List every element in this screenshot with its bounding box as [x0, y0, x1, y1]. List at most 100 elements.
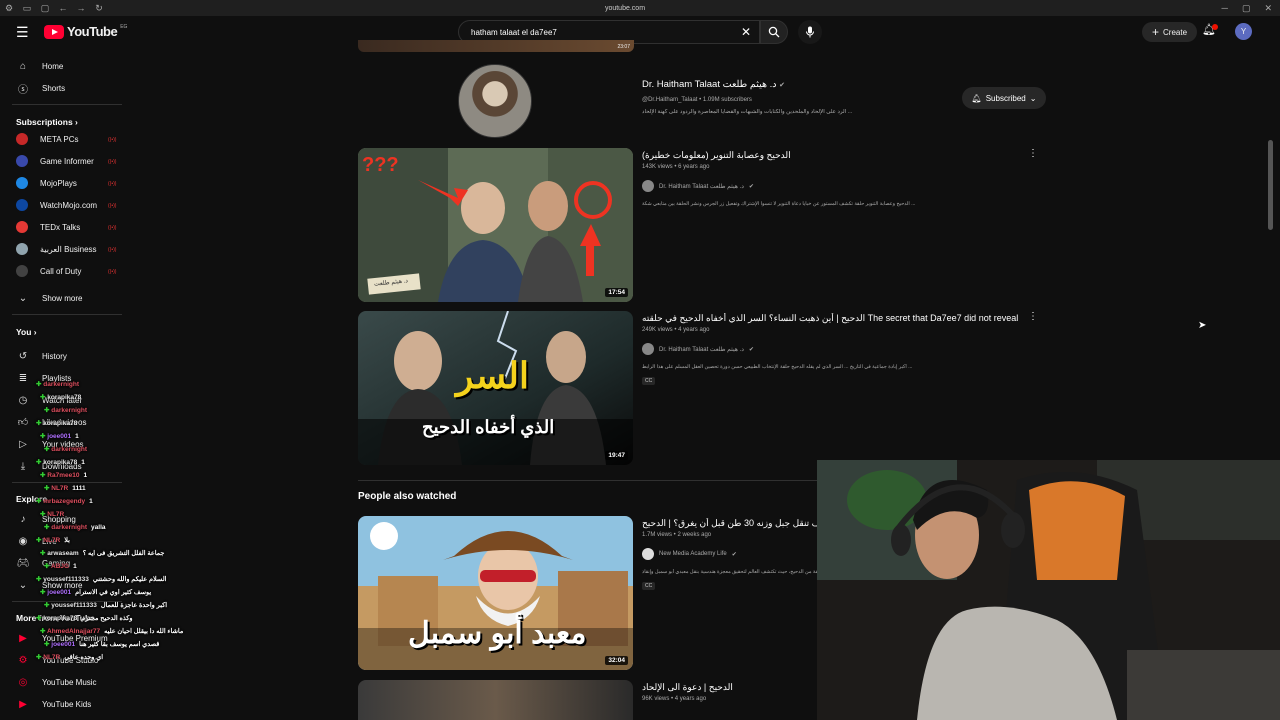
- channel-avatar: [16, 177, 28, 189]
- sidebar-subscription-item[interactable]: META PCs ((•)): [16, 132, 116, 146]
- minimize-icon[interactable]: ─: [1222, 3, 1228, 14]
- playlists-icon: ≣: [18, 372, 28, 384]
- chat-badge-icon: ✚: [44, 563, 52, 570]
- chat-message: ✚ korapika78: [36, 419, 81, 427]
- sidebar-item-history[interactable]: ↺ History: [16, 349, 67, 363]
- video-result[interactable]: ??? د. هيثم طلعت 17:54 الدحيح وعصابة الت…: [358, 148, 1038, 302]
- search-button[interactable]: [760, 20, 788, 44]
- chat-username: arwaseam: [47, 550, 79, 557]
- chat-username: joee001: [51, 641, 76, 648]
- subscribed-label: Subscribed: [985, 93, 1026, 103]
- chevron-down-icon: ⌄: [18, 579, 28, 591]
- channel-avatar[interactable]: [458, 64, 532, 138]
- chat-username: korapika78: [43, 615, 78, 622]
- thumbnail-question-marks: ???: [362, 154, 399, 176]
- chat-username: joee001: [47, 433, 72, 440]
- video-meta: 1.7M views • 2 weeks ago: [642, 532, 712, 538]
- sidebar-subscription-item[interactable]: WatchMojo.com ((•)): [16, 198, 116, 212]
- channel-name[interactable]: Dr. Haitham Talaat د. هيثم طلعت ✔: [642, 79, 785, 90]
- sidebar-subscription-item[interactable]: MojoPlays ((•)): [16, 176, 116, 190]
- chat-message: ✚ darkernight yalla: [44, 523, 106, 531]
- back-icon[interactable]: ←: [54, 3, 72, 13]
- chat-username: AhmedAlnajjar77: [47, 628, 101, 635]
- sidebar-item-shorts[interactable]: ⓢ Shorts: [16, 81, 65, 96]
- history-icon: ↺: [18, 350, 28, 362]
- create-button[interactable]: + Create: [1142, 22, 1198, 42]
- subscriptions-header[interactable]: Subscriptions ›: [16, 117, 78, 127]
- video-title[interactable]: الدحيح | أين ذهبت النساء؟ السر الذي أخفا…: [642, 313, 1022, 324]
- chat-message: ✚ NL7R بلا: [36, 536, 70, 544]
- video-channel[interactable]: New Media Academy Life ✔: [642, 548, 737, 560]
- shopping-bag-icon: ♪: [20, 513, 26, 525]
- sidebar-subscription-item[interactable]: Game Informer ((•)): [16, 154, 116, 168]
- chat-text: اكبر واحدة عاجزة للعمال: [100, 602, 168, 609]
- live-indicator-icon: ((•)): [108, 203, 117, 209]
- sidebar-toggle-icon[interactable]: ▭: [18, 3, 36, 14]
- maximize-icon[interactable]: ▢: [1242, 3, 1251, 14]
- cc-badge: CC: [642, 377, 656, 385]
- chat-message: ✚ youssef111333 اكبر واحدة عاجزة للعمال: [44, 601, 167, 609]
- video-thumbnail[interactable]: ??? د. هيثم طلعت 17:54: [358, 148, 633, 302]
- search-query-text[interactable]: hatham talaat el da7ee7: [471, 28, 557, 37]
- youtube-logo[interactable]: YouTube EG: [44, 24, 127, 39]
- video-result[interactable]: السر الذي أخفاه الدحيح 19:47 الدحيح | أي…: [358, 311, 1038, 465]
- thumbs-up-icon: 👍︎: [17, 417, 29, 428]
- chat-username: Ra7mee10: [47, 472, 80, 479]
- reload-icon[interactable]: ↻: [90, 3, 108, 14]
- sidebar-item-label: العربية Business: [40, 244, 97, 254]
- close-window-icon[interactable]: ✕: [1264, 3, 1272, 14]
- video-channel[interactable]: Dr. Haitham Talaat د. هيثم طلعت ✔: [642, 343, 754, 355]
- address-bar[interactable]: youtube.com: [560, 5, 690, 12]
- hamburger-menu-icon[interactable]: ☰: [16, 25, 32, 39]
- chat-username: darkernight: [51, 524, 88, 531]
- video-description: الدحيح وعصابة التنوير حلقة تكشف المستور …: [642, 201, 916, 207]
- chat-text: 1: [75, 433, 79, 440]
- sidebar-item-youtube-kids[interactable]: ▶ YouTube Kids: [16, 697, 91, 711]
- chat-text: 1: [83, 472, 88, 479]
- video-title[interactable]: الدحيح وعصابة التنوير (معلومات خطيرة): [642, 150, 1022, 161]
- clear-search-icon[interactable]: ✕: [741, 25, 751, 39]
- voice-search-button[interactable]: [798, 20, 822, 44]
- chat-text: بلا: [64, 537, 70, 544]
- video-thumbnail[interactable]: [358, 680, 633, 720]
- streamer-webcam-overlay: [817, 460, 1280, 720]
- verified-badge-icon: ✔: [748, 183, 754, 190]
- previous-video-thumbnail[interactable]: 23:07: [358, 40, 634, 52]
- chat-text: قصدي اسم يوسف بقا كثير هنا: [79, 641, 160, 648]
- home-icon: ⌂: [19, 60, 27, 72]
- subscribed-button[interactable]: 🔔︎ Subscribed ⌄: [962, 87, 1046, 109]
- chat-username: youssef111333: [43, 576, 89, 583]
- sidebar-item-label: YouTube Kids: [42, 699, 92, 709]
- shorts-icon: ⓢ: [18, 84, 28, 96]
- video-thumbnail[interactable]: معبد أبو سمبل 32:04: [358, 516, 633, 670]
- sidebar-subscription-item[interactable]: TEDx Talks ((•)): [16, 220, 116, 234]
- sidebar-item-label: META PCs: [40, 134, 79, 144]
- masthead: ☰ YouTube EG hatham talaat el da7ee7 ✕ +…: [0, 16, 1280, 48]
- people-also-watched-heading: People also watched: [358, 491, 457, 502]
- sidebar-item-label: Show more: [42, 293, 83, 303]
- chat-username: NL7R: [43, 537, 61, 544]
- more-options-icon[interactable]: ⋮: [1028, 311, 1038, 322]
- video-channel[interactable]: Dr. Haitham Talaat د. هيثم طلعت ✔: [642, 180, 754, 192]
- sidebar-subscription-item[interactable]: Call of Duty ((•)): [16, 264, 116, 278]
- video-duration: 17:54: [605, 288, 628, 297]
- play-logo-icon: [44, 24, 64, 39]
- sidebar-item-home[interactable]: ⌂ Home: [16, 59, 63, 73]
- chat-message: ✚ joee001 1: [40, 432, 79, 440]
- sidebar-subscription-item[interactable]: العربية Business ((•)): [16, 242, 116, 256]
- more-options-icon[interactable]: ⋮: [1028, 148, 1038, 159]
- thumbnail-headline: السر: [456, 355, 529, 396]
- chat-username: darkernight: [51, 446, 88, 453]
- chevron-down-icon: ⌄: [1029, 93, 1037, 103]
- cc-badge: CC: [642, 582, 656, 590]
- youtube-studio-icon: ⚙: [18, 654, 28, 666]
- page-scrollbar[interactable]: [1268, 140, 1273, 230]
- tabs-icon[interactable]: ▢: [36, 3, 54, 14]
- forward-icon[interactable]: →: [72, 3, 90, 13]
- video-thumbnail[interactable]: السر الذي أخفاه الدحيح 19:47: [358, 311, 633, 465]
- you-header[interactable]: You ›: [16, 327, 37, 337]
- divider: [358, 480, 818, 481]
- sidebar-show-more[interactable]: ⌄ Show more: [16, 291, 83, 305]
- browser-settings-icon[interactable]: ⚙: [0, 3, 18, 14]
- account-avatar[interactable]: Y: [1235, 23, 1252, 40]
